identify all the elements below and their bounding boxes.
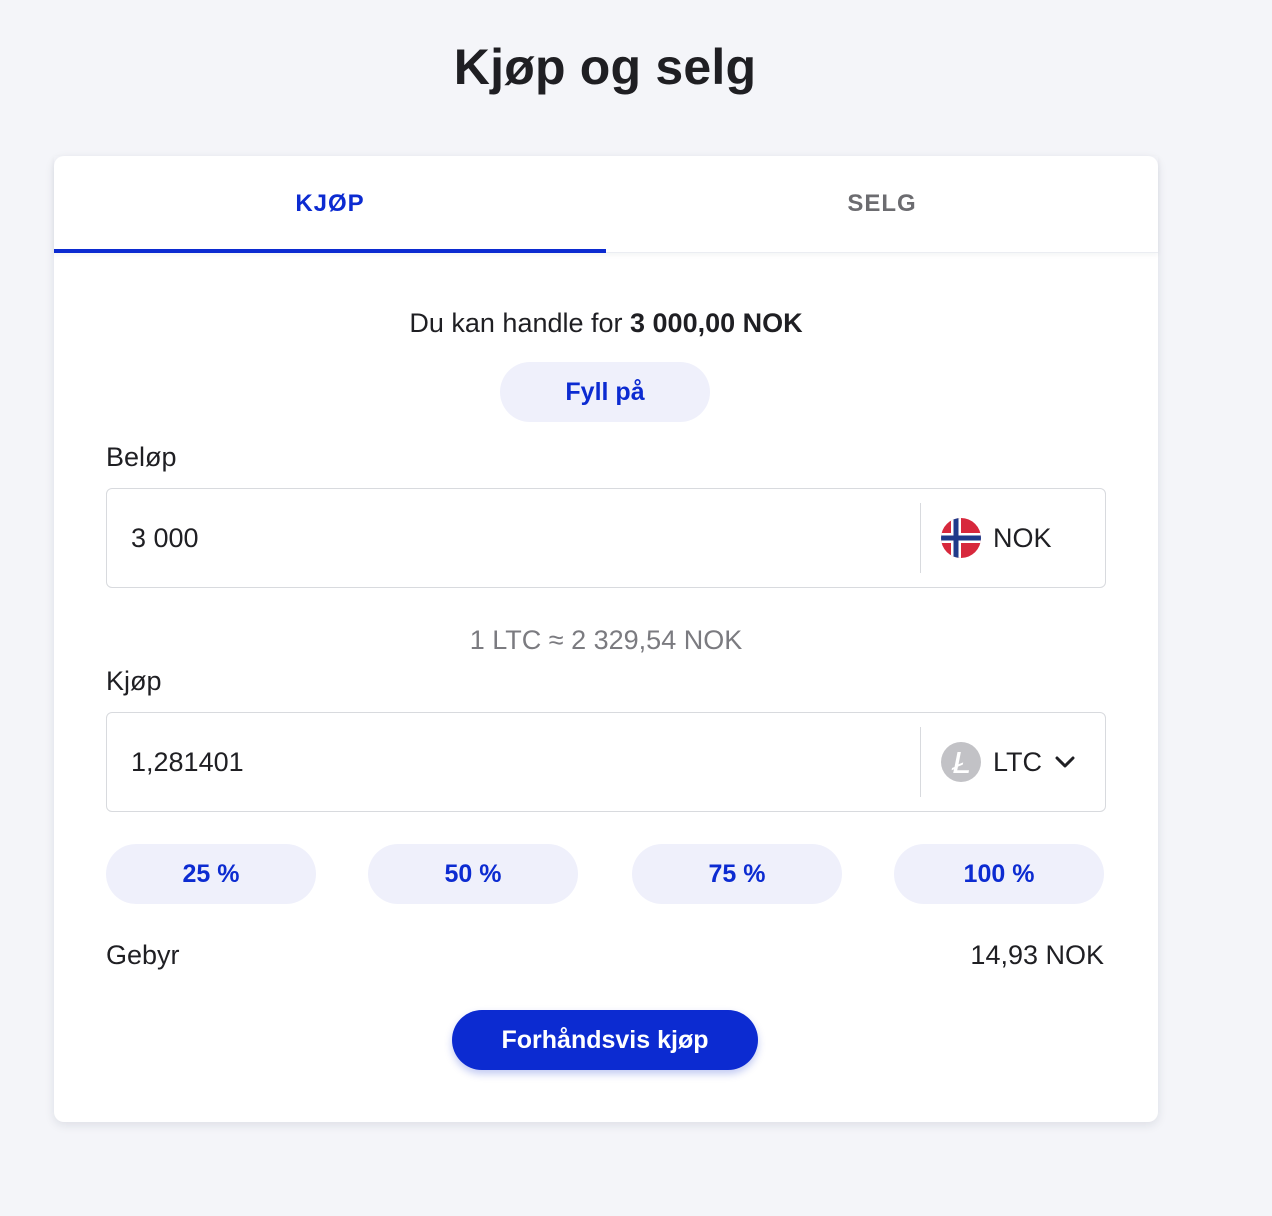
fee-label: Gebyr — [106, 940, 180, 970]
amount-field[interactable]: 3 000 NOK — [106, 488, 1106, 588]
trade-card: KJØP SELG Du kan handle for 3 000,00 NOK… — [54, 156, 1158, 1122]
field-divider — [920, 727, 921, 797]
tab-sell[interactable]: SELG — [606, 156, 1158, 252]
balance-prefix: Du kan handle for — [409, 308, 631, 338]
balance-amount: 3 000,00 NOK — [630, 308, 803, 338]
amount-input[interactable]: 3 000 — [131, 489, 891, 587]
trade-tabs: KJØP SELG — [54, 156, 1158, 253]
field-divider — [920, 503, 921, 573]
chevron-down-icon — [1055, 756, 1075, 768]
percent-100-button[interactable]: 100 % — [894, 844, 1104, 904]
percent-25-button[interactable]: 25 % — [106, 844, 316, 904]
fee-value: 14,93 NOK — [970, 940, 1104, 970]
crypto-select[interactable]: LTC — [941, 713, 1076, 811]
amount-currency-code: NOK — [993, 522, 1052, 553]
tab-buy[interactable]: KJØP — [54, 156, 606, 252]
top-up-button[interactable]: Fyll på — [500, 362, 710, 422]
percent-50-button[interactable]: 50 % — [368, 844, 578, 904]
amount-label: Beløp — [106, 442, 177, 472]
buy-label: Kjøp — [106, 666, 162, 696]
percent-75-button[interactable]: 75 % — [632, 844, 842, 904]
buy-amount-input[interactable]: 1,281401 — [131, 713, 891, 811]
exchange-rate: 1 LTC ≈ 2 329,54 NOK — [469, 625, 743, 655]
buy-field[interactable]: 1,281401 LTC — [106, 712, 1106, 812]
litecoin-icon — [941, 742, 981, 782]
amount-currency: NOK — [941, 489, 1052, 587]
page-title: Kjøp og selg — [453, 39, 757, 95]
crypto-code: LTC — [993, 746, 1043, 777]
active-tab-indicator — [54, 249, 606, 253]
available-balance: Du kan handle for 3 000,00 NOK — [54, 308, 1158, 339]
preview-buy-button[interactable]: Forhåndsvis kjøp — [452, 1010, 758, 1070]
norway-flag-icon — [941, 518, 981, 558]
